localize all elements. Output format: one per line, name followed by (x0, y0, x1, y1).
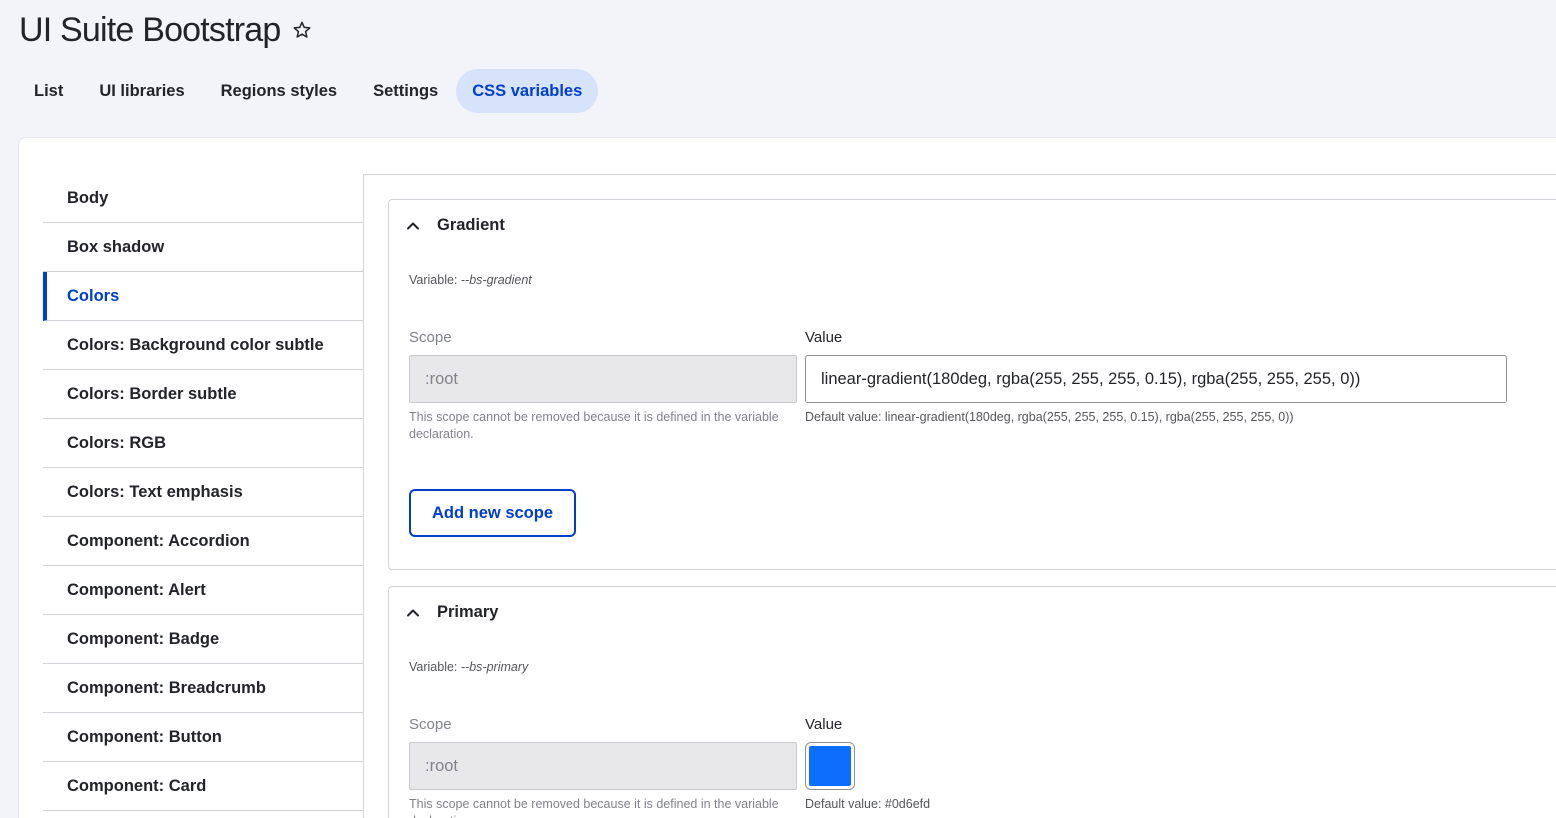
default-value-help: Default value: linear-gradient(180deg, r… (805, 410, 1294, 424)
vtab-body[interactable]: Body (43, 174, 364, 223)
variable-name: --bs-primary (460, 660, 529, 674)
variable-details-gradient: Gradient Variable: --bs-gradient Scope V… (388, 199, 1556, 570)
vtab-colors-rgb[interactable]: Colors: RGB (43, 419, 364, 468)
add-new-scope-button[interactable]: Add new scope (409, 489, 576, 537)
scope-label: Scope (409, 716, 452, 733)
scope-label: Scope (409, 329, 452, 346)
details-title: Gradient (437, 216, 505, 234)
scope-help-text: This scope cannot be removed because it … (409, 797, 779, 818)
vertical-tabs-menu: Body Box shadow Colors Colors: Backgroun… (43, 174, 364, 811)
variable-description: Variable: --bs-gradient (409, 273, 532, 287)
vtab-colors-background-color-subtle[interactable]: Colors: Background color subtle (43, 321, 364, 370)
star-icon[interactable] (291, 19, 313, 41)
tab-css-variables[interactable]: CSS variables (456, 69, 599, 113)
tab-regions-styles[interactable]: Regions styles (203, 69, 355, 113)
page-title: UI Suite Bootstrap (19, 11, 281, 49)
color-picker-input[interactable] (805, 742, 855, 790)
vtab-colors[interactable]: Colors (43, 272, 364, 321)
color-swatch-fill (809, 746, 851, 786)
tab-list[interactable]: List (16, 69, 81, 113)
chevron-up-icon (405, 218, 421, 234)
default-value-help: Default value: #0d6efd (805, 797, 931, 811)
variable-description: Variable: --bs-primary (409, 660, 528, 674)
variable-name: --bs-gradient (460, 273, 532, 287)
vtab-colors-border-subtle[interactable]: Colors: Border subtle (43, 370, 364, 419)
scope-input: :root (409, 742, 797, 790)
primary-tabs: List UI libraries Regions styles Setting… (16, 69, 599, 113)
value-input[interactable]: linear-gradient(180deg, rgba(255, 255, 2… (805, 355, 1507, 403)
details-summary-gradient[interactable]: Gradient (405, 216, 505, 235)
variable-prefix: Variable: (409, 660, 461, 674)
vtab-component-alert[interactable]: Component: Alert (43, 566, 364, 615)
value-label: Value (805, 716, 843, 733)
vtab-box-shadow[interactable]: Box shadow (43, 223, 364, 272)
vtab-component-card[interactable]: Component: Card (43, 762, 364, 811)
scope-input: :root (409, 355, 797, 403)
variable-details-primary: Primary Variable: --bs-primary Scope Val… (388, 586, 1556, 818)
vtab-component-accordion[interactable]: Component: Accordion (43, 517, 364, 566)
chevron-up-icon (405, 605, 421, 621)
page-header: UI Suite Bootstrap (19, 8, 313, 52)
value-label: Value (805, 329, 843, 346)
vtab-colors-text-emphasis[interactable]: Colors: Text emphasis (43, 468, 364, 517)
vtab-component-breadcrumb[interactable]: Component: Breadcrumb (43, 664, 364, 713)
details-summary-primary[interactable]: Primary (405, 603, 498, 622)
vtab-component-badge[interactable]: Component: Badge (43, 615, 364, 664)
scope-help-text: This scope cannot be removed because it … (409, 410, 779, 441)
details-title: Primary (437, 603, 499, 621)
vtab-component-button[interactable]: Component: Button (43, 713, 364, 762)
tab-settings[interactable]: Settings (355, 69, 456, 113)
variable-prefix: Variable: (409, 273, 461, 287)
tab-ui-libraries[interactable]: UI libraries (81, 69, 202, 113)
